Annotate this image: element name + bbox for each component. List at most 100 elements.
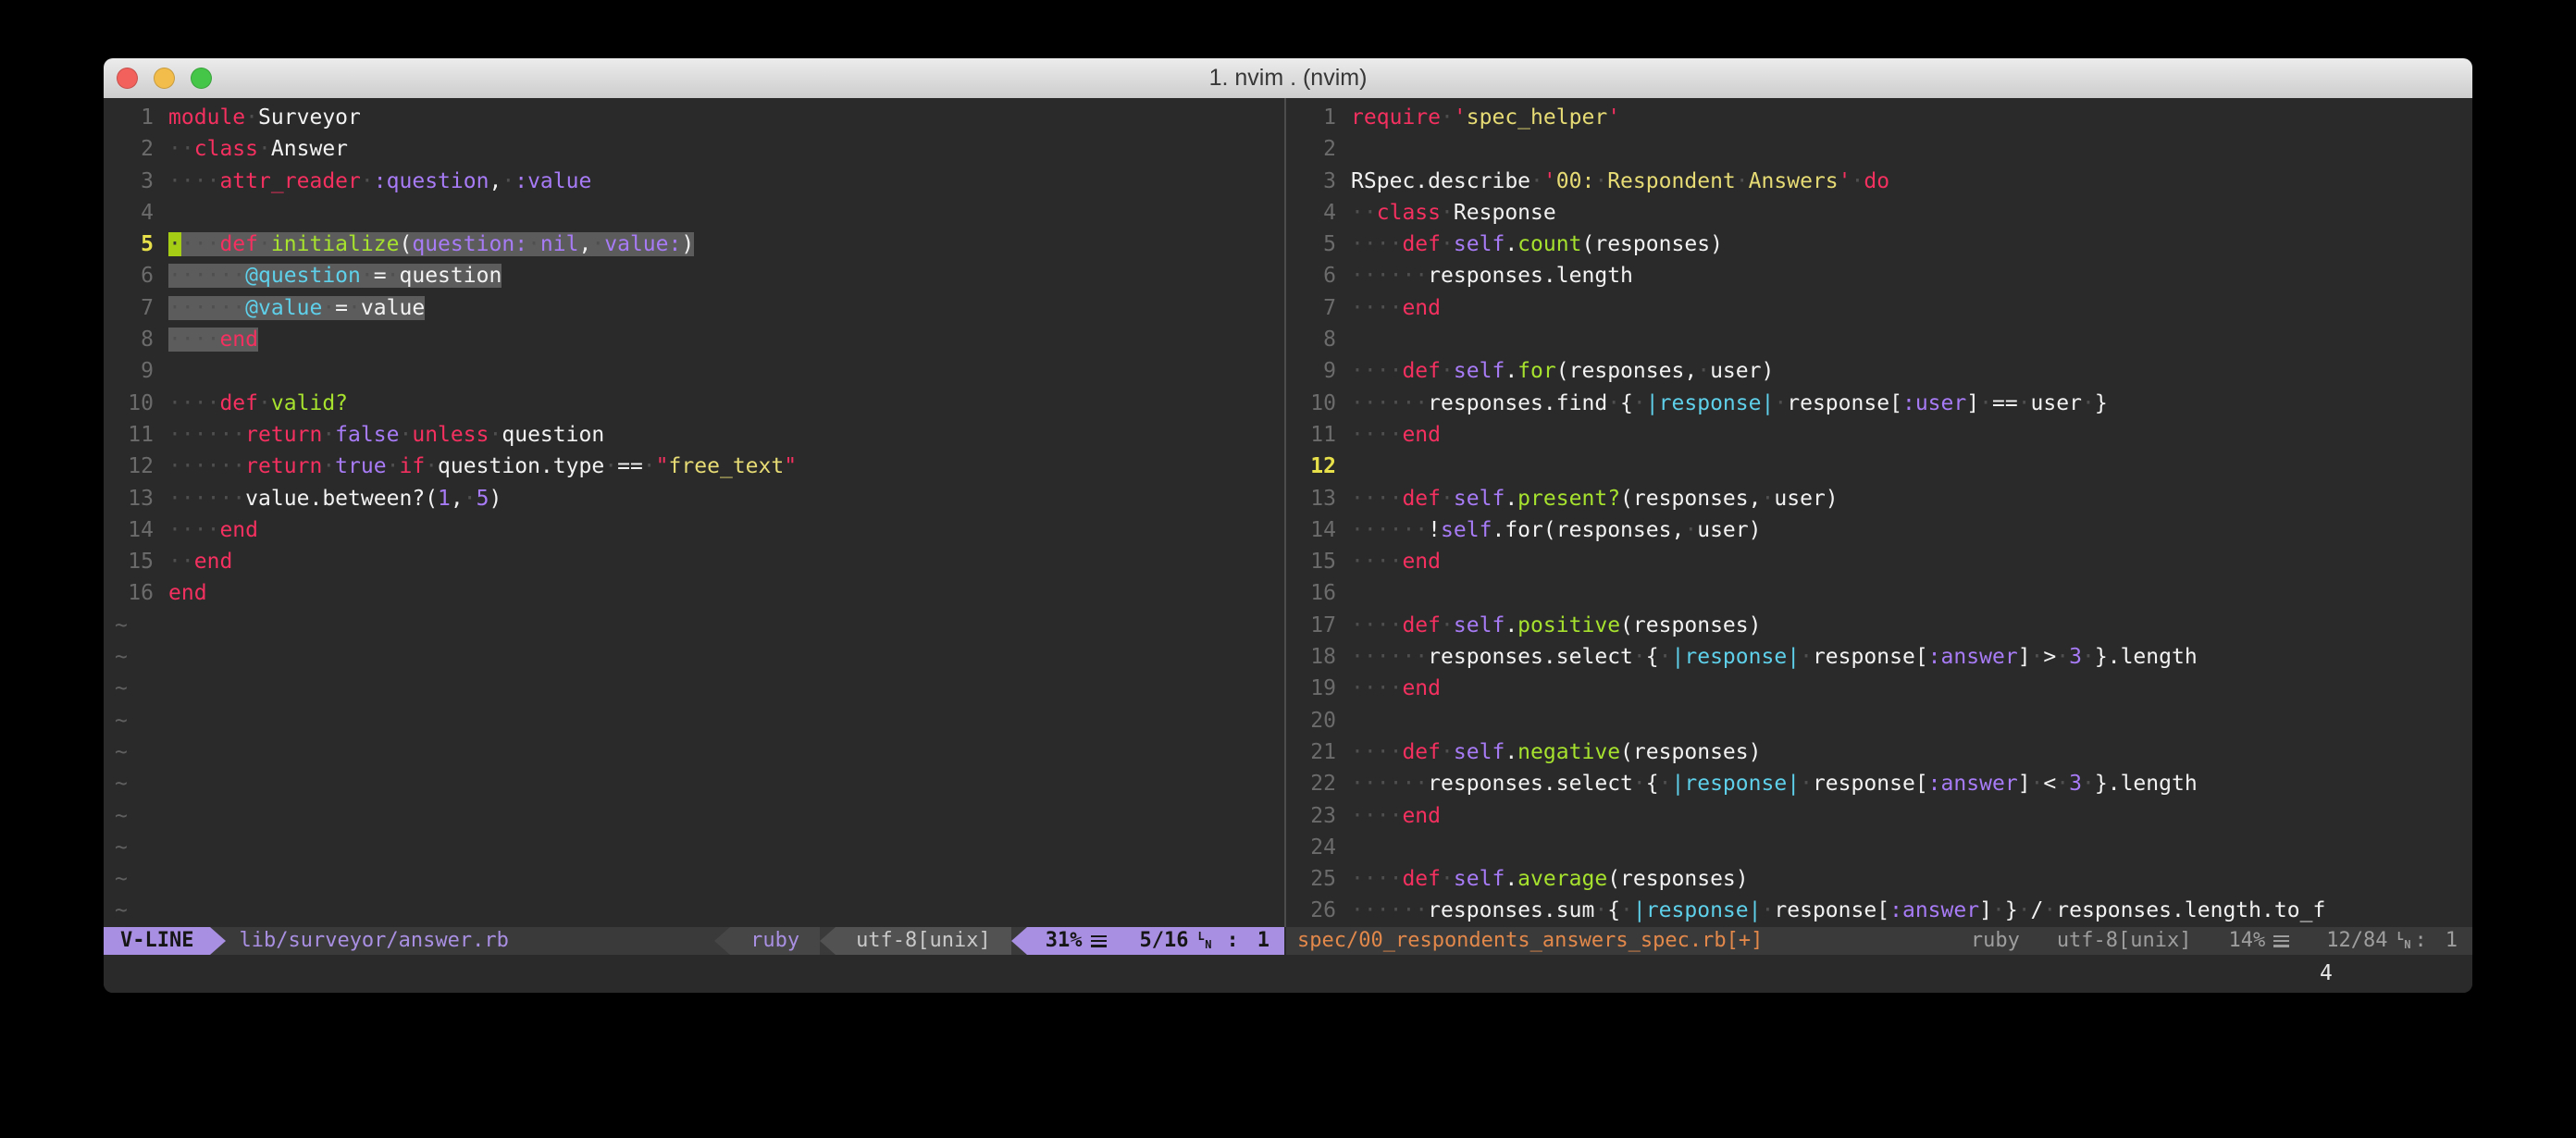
line-number: 25 [1286, 863, 1336, 895]
code-line: 8····end [104, 324, 1284, 355]
line-number: 8 [104, 324, 154, 355]
code-line: 14····end [104, 514, 1284, 546]
code-line: 25····def·self.average(responses) [1286, 863, 2472, 895]
code-line: 12 [1286, 451, 2472, 482]
code-line: 9····def·self.for(responses,·user) [1286, 355, 2472, 387]
filler-line: ~ [104, 832, 1284, 863]
line-number: 16 [104, 577, 154, 609]
line-number: 6 [1286, 260, 1336, 291]
code-line: 18······responses.select·{·|response|·re… [1286, 641, 2472, 673]
filler-line: ~ [104, 863, 1284, 895]
code-line: 6······responses.length [1286, 260, 2472, 291]
window-title: 1. nvim . (nvim) [104, 58, 2472, 98]
titlebar[interactable]: 1. nvim . (nvim) [104, 58, 2472, 99]
code-line: 13····def·self.present?(responses,·user) [1286, 483, 2472, 514]
file-path: spec/00_respondents_answers_spec.rb[+] [1286, 927, 1763, 955]
code-line: 9 [104, 355, 1284, 387]
filler-line: ~ [104, 895, 1284, 926]
code-line: 4··class·Response [1286, 197, 2472, 229]
code-line: 24 [1286, 832, 2472, 863]
line-number: 13 [1286, 483, 1336, 514]
line-number: 7 [104, 292, 154, 324]
code-line: 19····end [1286, 673, 2472, 704]
lines-icon [1091, 935, 1107, 947]
position-section: 12/84 LN : 1 [2326, 927, 2458, 955]
line-number: 3 [104, 166, 154, 197]
column-number: 1 [2446, 927, 2458, 955]
line-number: 4 [1286, 197, 1336, 229]
line-number: 23 [1286, 800, 1336, 832]
encoding-label: utf-8[unix] [836, 927, 1011, 955]
line-number: 20 [1286, 705, 1336, 736]
line-number: 19 [1286, 673, 1336, 704]
line-number: 3 [1286, 166, 1336, 197]
column-number: 1 [1257, 927, 1269, 955]
command-line[interactable]: 4 [104, 955, 2472, 993]
line-number: 11 [104, 419, 154, 451]
filler-line: ~ [104, 641, 1284, 673]
code-line: 22······responses.select·{·|response|·re… [1286, 768, 2472, 799]
statusline-right: spec/00_respondents_answers_spec.rb[+] r… [1286, 927, 2472, 955]
code-line: 3RSpec.describe·'00:·Respondent·Answers'… [1286, 166, 2472, 197]
buffer-left: 1module·Surveyor2··class·Answer3····attr… [104, 98, 1284, 927]
filler-line: ~ [104, 800, 1284, 832]
code-line: 16 [1286, 577, 2472, 609]
nvim-terminal: 1module·Surveyor2··class·Answer3····attr… [104, 98, 2472, 993]
line-number: 10 [104, 388, 154, 419]
line-number: 5 [104, 229, 154, 260]
column-separator: : [2415, 927, 2427, 955]
line-number: 24 [1286, 832, 1336, 863]
line-number: 9 [1286, 355, 1336, 387]
code-line: 21····def·self.negative(responses) [1286, 736, 2472, 768]
filler-line: ~ [104, 736, 1284, 768]
code-line: 17····def·self.positive(responses) [1286, 610, 2472, 641]
scroll-percent: 31% [1046, 927, 1083, 955]
maxlinenr-icon: LN [2397, 933, 2411, 949]
lines-icon [2273, 935, 2289, 947]
code-line: 11····end [1286, 419, 2472, 451]
line-number: 15 [104, 546, 154, 577]
buffer-right: 1require·'spec_helper'23RSpec.describe·'… [1286, 98, 2472, 927]
statusline-spacer [509, 927, 714, 955]
code-line: 5····def·initialize(question:·nil,·value… [104, 229, 1284, 260]
line-number: 9 [104, 355, 154, 387]
line-number: 8 [1286, 324, 1336, 355]
scroll-percent-section: 14% [2229, 927, 2290, 955]
code-line: 2··class·Answer [104, 133, 1284, 165]
code-line: 1require·'spec_helper' [1286, 102, 2472, 133]
filler-line: ~ [104, 768, 1284, 799]
editor-pane-left[interactable]: 1module·Surveyor2··class·Answer3····attr… [104, 98, 1284, 927]
line-number: 26 [1286, 895, 1336, 926]
line-number: 12 [1286, 451, 1336, 482]
line-number: 2 [104, 133, 154, 165]
line-number: 15 [1286, 546, 1336, 577]
code-line: 7······@value·=·value [104, 292, 1284, 324]
code-line: 7····end [1286, 292, 2472, 324]
code-line: 2 [1286, 133, 2472, 165]
powerline-separator-icon [820, 927, 836, 955]
line-number: 18 [1286, 641, 1336, 673]
editor-pane-right[interactable]: 1require·'spec_helper'23RSpec.describe·'… [1286, 98, 2472, 927]
pending-command-count: 4 [2320, 958, 2333, 989]
maxlinenr-icon: LN [1198, 933, 1212, 949]
line-number: 14 [104, 514, 154, 546]
code-line: 13······value.between?(1,·5) [104, 483, 1284, 514]
position-section: 31% 5/16 LN : 1 [1027, 927, 1284, 955]
statusline-spacer [1763, 927, 1934, 955]
filler-line: ~ [104, 705, 1284, 736]
line-number: 16 [1286, 577, 1336, 609]
line-number: 7 [1286, 292, 1336, 324]
line-number: 21 [1286, 736, 1336, 768]
filler-line: ~ [104, 673, 1284, 704]
line-number: 1 [104, 102, 154, 133]
code-line: 3····attr_reader·:question,·:value [104, 166, 1284, 197]
statusline-left: V-LINE lib/surveyor/answer.rb ruby utf-8… [104, 927, 1284, 955]
file-path: lib/surveyor/answer.rb [226, 927, 508, 955]
cursor-position: 5/16 [1140, 927, 1189, 955]
code-line: 11······return·false·unless·question [104, 419, 1284, 451]
code-line: 6······@question·=·question [104, 260, 1284, 291]
line-number: 2 [1286, 133, 1336, 165]
powerline-separator-icon [1011, 927, 1027, 955]
encoding-label: utf-8[unix] [2057, 927, 2192, 955]
line-number: 4 [104, 197, 154, 229]
